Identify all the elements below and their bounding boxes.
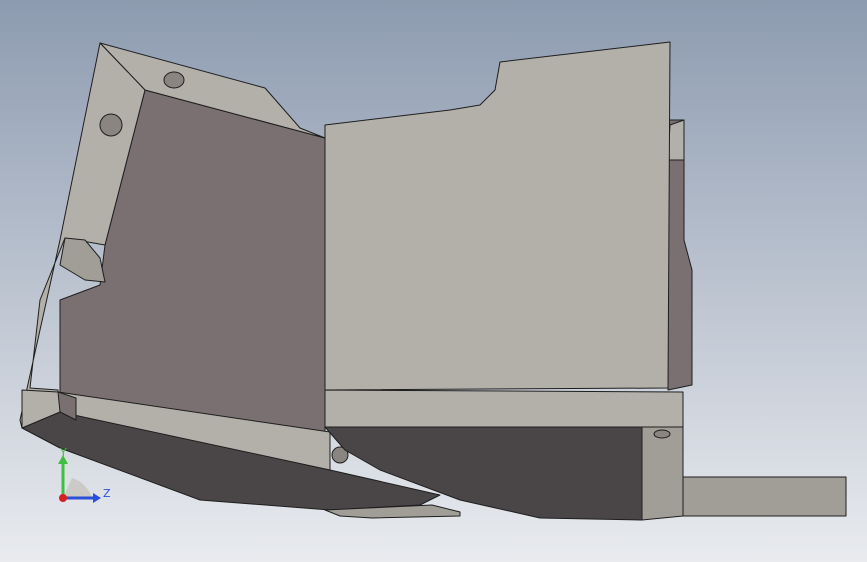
left-block-top-hole [163,71,185,89]
cad-graphics-viewport[interactable]: Y Z [0,0,867,562]
base-bar-face [682,476,847,517]
triad-y-label: Y [59,446,67,459]
right-block-lower-plate [324,389,684,428]
right-block-column [641,426,684,521]
right-block-column-hole [653,429,671,439]
triad-origin [59,494,67,502]
viewport-canvas[interactable]: Y Z [0,0,867,562]
left-block-side-hole [99,113,123,137]
right-block-side-top [667,119,685,161]
triad-z-label: Z [103,487,111,500]
